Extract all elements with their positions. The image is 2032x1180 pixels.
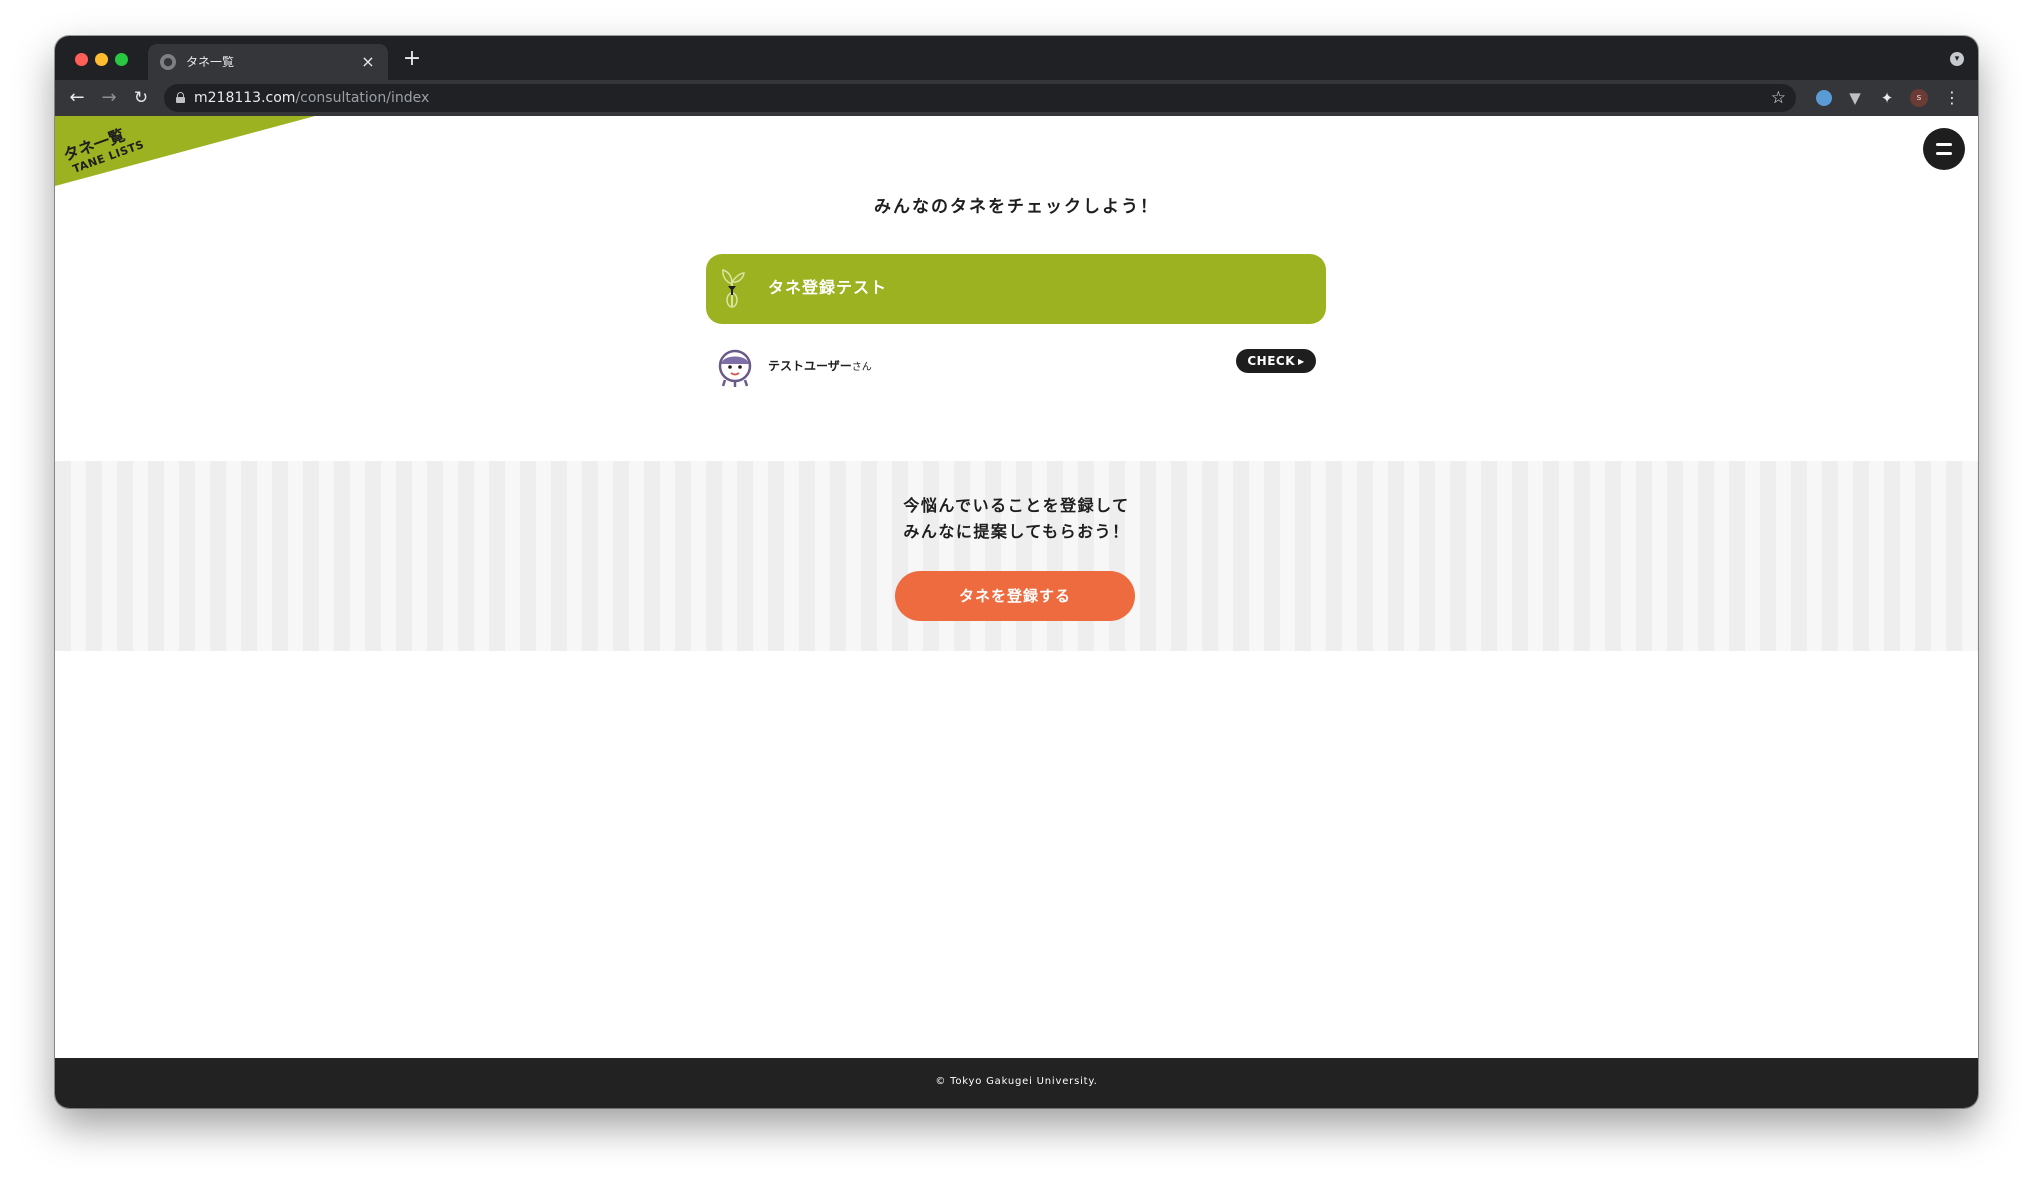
browser-window: ● タネ一覧 × + ▾ ← → ↻ m218113.com/consultat… xyxy=(55,36,1978,1108)
kebab-menu-icon[interactable]: ⋮ xyxy=(1941,87,1963,109)
page-title: みんなのタネをチェックしよう！ xyxy=(874,197,1159,217)
reload-icon[interactable]: ↻ xyxy=(129,86,153,110)
url-path: /consultation/index xyxy=(295,90,430,106)
close-icon[interactable]: × xyxy=(358,52,378,72)
cta-line-1: 今悩んでいることを登録して xyxy=(903,496,1130,515)
browser-toolbar: ← → ↻ m218113.com/consultation/index ☆ ▼… xyxy=(55,80,1978,116)
globe-icon: ● xyxy=(160,54,176,70)
active-tab[interactable]: ● タネ一覧 × xyxy=(148,44,388,80)
back-arrow-icon[interactable]: ← xyxy=(65,86,89,110)
extension-icon[interactable] xyxy=(1813,87,1835,109)
url-host: m218113.com xyxy=(194,90,296,106)
forward-arrow-icon[interactable]: → xyxy=(97,86,121,110)
register-cta-section: 今悩んでいることを登録して みんなに提案してもらおう！ タネを登録する xyxy=(55,461,1978,651)
check-button[interactable]: CHECK ▶ xyxy=(1236,349,1316,373)
cta-line-2: みんなに提案してもらおう！ xyxy=(903,522,1130,541)
url-text[interactable]: m218113.com/consultation/index xyxy=(194,89,429,107)
tane-card[interactable]: タネ登録テスト xyxy=(706,254,1326,324)
cta-message: 今悩んでいることを登録して みんなに提案してもらおう！ xyxy=(55,493,1978,545)
footer: © Tokyo Gakugei University. xyxy=(55,1058,1978,1108)
username-text: テストユーザー xyxy=(768,359,852,373)
register-tane-button[interactable]: タネを登録する xyxy=(895,571,1135,621)
card-username: テストユーザーさん xyxy=(768,358,872,376)
zoom-window-button[interactable] xyxy=(115,53,128,66)
sprout-icon xyxy=(722,269,745,308)
vue-devtools-icon[interactable]: ▼ xyxy=(1844,87,1866,109)
close-window-button[interactable] xyxy=(75,53,88,66)
copyright-text: © Tokyo Gakugei University. xyxy=(935,1076,1098,1087)
mascot-avatar xyxy=(718,349,752,387)
profile-avatar[interactable]: s xyxy=(1910,89,1928,107)
check-label: CHECK xyxy=(1247,354,1295,368)
puzzle-icon[interactable]: ✦ xyxy=(1876,87,1898,109)
plus-icon[interactable]: + xyxy=(400,48,424,72)
tab-search-icon[interactable]: ▾ xyxy=(1950,52,1964,66)
page-content: タネ一覧 TANE LISTS みんなのタネをチェックしよう！ タネ登録テスト xyxy=(55,116,1978,1108)
star-icon[interactable]: ☆ xyxy=(1771,87,1786,109)
tab-bar: ● タネ一覧 × + ▾ xyxy=(55,36,1978,80)
caret-right-icon: ▶ xyxy=(1298,357,1305,366)
username-suffix: さん xyxy=(851,362,872,373)
card-title: タネ登録テスト xyxy=(768,278,888,297)
hamburger-menu-icon[interactable] xyxy=(1923,128,1965,170)
address-bar[interactable]: m218113.com/consultation/index ☆ xyxy=(164,84,1796,112)
minimize-window-button[interactable] xyxy=(95,53,108,66)
lock-icon[interactable] xyxy=(176,92,185,103)
tab-title: タネ一覧 xyxy=(186,55,235,69)
